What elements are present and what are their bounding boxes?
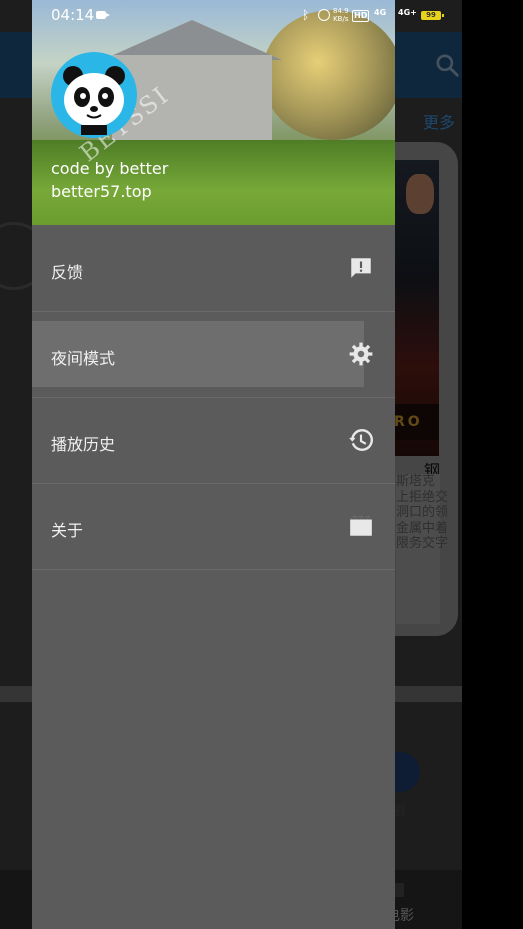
menu-divider — [32, 311, 395, 312]
user-name: code by better — [51, 159, 169, 178]
feedback-icon — [351, 258, 371, 278]
signal-4g-icon: 4G — [374, 8, 387, 17]
menu-item-label: 夜间模式 — [51, 349, 116, 368]
menu-item-history[interactable]: 播放历史 — [32, 397, 395, 483]
navigation-drawer: BEYSSI code by better better57.top — [32, 0, 395, 929]
menu-item-label: 反馈 — [51, 263, 84, 282]
screen: 更多 RO 钢 斯塔克 上拒绝交 洞口的领 金属中着 限务交字 剧 电影 04:… — [0, 0, 523, 929]
menu-divider — [32, 569, 395, 570]
history-icon — [349, 429, 373, 451]
menu-item-label: 播放历史 — [51, 435, 116, 454]
drawer-header: BEYSSI code by better better57.top — [32, 0, 395, 225]
menu-item-about[interactable]: 关于 — [32, 483, 395, 569]
panda-avatar-icon — [63, 66, 125, 135]
signal-4g-plus-icon: 4G+ — [398, 8, 417, 17]
gear-icon — [349, 342, 373, 366]
do-not-disturb-icon — [318, 9, 330, 21]
battery-icon: 99 — [421, 11, 444, 20]
movie-icon — [350, 516, 372, 536]
menu-item-night-mode[interactable]: 夜间模式 — [32, 321, 364, 387]
network-speed: 84.9 KB/s — [333, 7, 349, 23]
bluetooth-icon: ᛒ — [302, 8, 310, 22]
status-bar: 04:14 ᛒ 84.9 KB/s HD 4G 4G+ 99 — [0, 0, 462, 32]
menu-item-feedback[interactable]: 反馈 — [32, 225, 395, 311]
video-camera-icon — [96, 11, 110, 19]
avatar[interactable] — [51, 52, 137, 138]
menu-item-label: 关于 — [51, 521, 84, 540]
clock: 04:14 — [51, 6, 95, 24]
hd-voice-badge: HD — [352, 10, 370, 22]
user-website: better57.top — [51, 182, 152, 201]
